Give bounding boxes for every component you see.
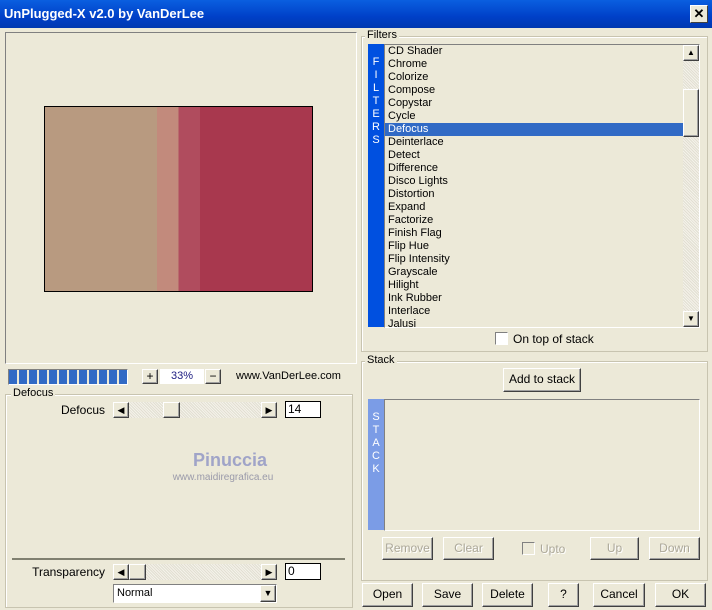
- title-bar: UnPlugged-X v2.0 by VanDerLee ✕: [0, 0, 712, 28]
- separator: [12, 558, 345, 560]
- open-button[interactable]: Open: [362, 583, 413, 607]
- defocus-label: Defocus: [60, 403, 105, 417]
- filter-item[interactable]: Flip Intensity: [385, 253, 683, 266]
- filter-item[interactable]: Defocus: [385, 123, 683, 136]
- filter-item[interactable]: Hilight: [385, 279, 683, 292]
- filter-item[interactable]: Detect: [385, 149, 683, 162]
- defocus-value-field[interactable]: 14: [285, 401, 321, 418]
- transparency-value-field[interactable]: 0: [285, 563, 321, 580]
- filter-item[interactable]: Factorize: [385, 214, 683, 227]
- strip-letter: E: [372, 108, 380, 120]
- add-to-stack-button[interactable]: Add to stack: [503, 368, 581, 392]
- on-top-checkbox[interactable]: [495, 332, 508, 345]
- slider-right-arrow-icon[interactable]: ▶: [261, 564, 277, 580]
- filter-item[interactable]: Deinterlace: [385, 136, 683, 149]
- transparency-label: Transparency: [32, 565, 105, 579]
- settings-group-label: Defocus: [11, 387, 56, 399]
- chevron-down-icon[interactable]: ▼: [260, 585, 276, 602]
- slider-thumb[interactable]: [163, 402, 180, 418]
- filters-list[interactable]: CD Shader Chrome Colorize Compose Copystar Cy…: [384, 44, 700, 328]
- up-button[interactable]: Up: [590, 537, 639, 560]
- strip-letter: L: [372, 82, 380, 94]
- slider-thumb[interactable]: [129, 564, 146, 580]
- strip-letter: R: [372, 121, 380, 133]
- filter-item[interactable]: Jalusi: [385, 318, 683, 327]
- filter-item[interactable]: Interlace: [385, 305, 683, 318]
- slider-right-arrow-icon[interactable]: ▶: [261, 402, 277, 418]
- slider-left-arrow-icon[interactable]: ◀: [113, 564, 129, 580]
- close-button[interactable]: ✕: [690, 5, 708, 23]
- filter-item[interactable]: Colorize: [385, 71, 683, 84]
- website-link[interactable]: www.VanDerLee.com: [236, 370, 341, 382]
- strip-letter: S: [372, 411, 380, 423]
- filter-item[interactable]: Difference: [385, 162, 683, 175]
- zoom-level: 33%: [160, 369, 204, 384]
- strip-letter: F: [372, 56, 380, 68]
- defocus-slider[interactable]: ◀ ▶: [113, 402, 277, 418]
- filter-item[interactable]: Chrome: [385, 58, 683, 71]
- scroll-up-arrow-icon[interactable]: ▲: [683, 45, 699, 61]
- watermark-name: Pinuccia: [192, 450, 268, 470]
- delete-button[interactable]: Delete: [482, 583, 533, 607]
- strip-letter: T: [372, 95, 380, 107]
- ok-button[interactable]: OK: [655, 583, 706, 607]
- clear-button[interactable]: Clear: [443, 537, 494, 560]
- zoom-in-button[interactable]: +: [142, 369, 158, 384]
- upto-checkbox[interactable]: [522, 542, 535, 555]
- filter-item[interactable]: Ink Rubber: [385, 292, 683, 305]
- filter-item[interactable]: Flip Hue: [385, 240, 683, 253]
- strip-letter: K: [372, 463, 380, 475]
- progress-bar: [8, 369, 128, 385]
- strip-letter: I: [374, 69, 378, 81]
- watermark-url: www.maidiregrafica.eu: [172, 472, 274, 483]
- blend-mode-select[interactable]: Normal ▼: [113, 584, 277, 603]
- preview-image: [44, 106, 313, 292]
- stack-list[interactable]: [384, 399, 700, 531]
- scroll-thumb[interactable]: [683, 89, 699, 137]
- filter-item[interactable]: Copystar: [385, 97, 683, 110]
- strip-letter: A: [372, 437, 380, 449]
- strip-letter: S: [372, 134, 380, 146]
- on-top-label: On top of stack: [513, 332, 594, 346]
- preview-panel[interactable]: [5, 32, 357, 364]
- filters-group-label: Filters: [365, 29, 399, 41]
- filter-item[interactable]: Compose: [385, 84, 683, 97]
- filter-item[interactable]: Grayscale: [385, 266, 683, 279]
- filters-strip: FILTERS: [368, 44, 384, 327]
- save-button[interactable]: Save: [422, 583, 473, 607]
- stack-group-label: Stack: [365, 354, 397, 366]
- filter-item[interactable]: Cycle: [385, 110, 683, 123]
- strip-letter: T: [372, 424, 380, 436]
- filter-item[interactable]: Disco Lights: [385, 175, 683, 188]
- scroll-down-arrow-icon[interactable]: ▼: [683, 311, 699, 327]
- filter-item[interactable]: CD Shader: [385, 45, 683, 58]
- stack-strip: STACK: [368, 399, 384, 530]
- down-button[interactable]: Down: [649, 537, 700, 560]
- filter-item[interactable]: Finish Flag: [385, 227, 683, 240]
- remove-button[interactable]: Remove: [382, 537, 433, 560]
- upto-label: Upto: [540, 542, 566, 556]
- blend-mode-value: Normal: [117, 587, 153, 599]
- strip-letter: C: [372, 450, 380, 462]
- transparency-slider[interactable]: ◀ ▶: [113, 564, 277, 580]
- filters-scrollbar[interactable]: ▲ ▼: [683, 45, 699, 327]
- filter-item[interactable]: Expand: [385, 201, 683, 214]
- help-button[interactable]: ?: [548, 583, 579, 607]
- filter-item[interactable]: Distortion: [385, 188, 683, 201]
- cancel-button[interactable]: Cancel: [593, 583, 645, 607]
- zoom-out-button[interactable]: −: [205, 369, 221, 384]
- window-title: UnPlugged-X v2.0 by VanDerLee: [4, 6, 205, 21]
- slider-left-arrow-icon[interactable]: ◀: [113, 402, 129, 418]
